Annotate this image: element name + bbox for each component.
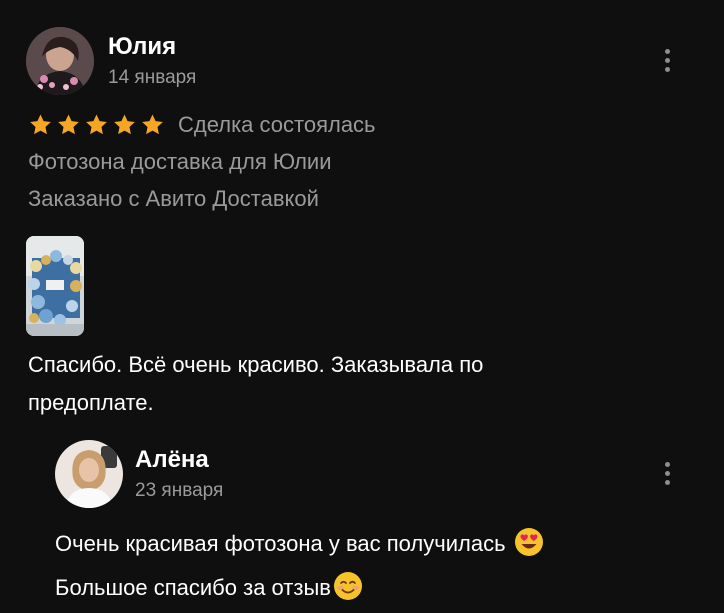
reply-line-2: Большое спасибо за отзыв (55, 575, 331, 600)
rating-stars (28, 113, 165, 137)
star-icon (28, 113, 53, 137)
star-icon (140, 113, 165, 137)
seller-name[interactable]: Алёна (135, 446, 209, 474)
review-date: 14 января (108, 67, 197, 88)
heart-eyes-emoji-icon (514, 527, 544, 569)
reviewer-avatar[interactable] (26, 27, 94, 95)
star-icon (84, 113, 109, 137)
reply-more-menu-icon[interactable] (662, 462, 672, 485)
review-photo-thumbnail[interactable] (26, 236, 84, 336)
review-item-title[interactable]: Фотозона доставка для Юлии (28, 149, 332, 175)
deal-status: Сделка состоялась (178, 112, 376, 137)
review-text: Спасибо. Всё очень красиво. Заказывала п… (28, 352, 484, 415)
star-icon (56, 113, 81, 137)
star-icon (112, 113, 137, 137)
review-more-menu-icon[interactable] (662, 49, 672, 72)
delivery-note: Заказано с Авито Доставкой (28, 186, 319, 211)
reviewer-name[interactable]: Юлия (108, 33, 176, 61)
smiling-emoji-icon (333, 571, 363, 613)
reply-date: 23 января (135, 480, 224, 501)
seller-avatar[interactable] (55, 440, 123, 508)
reply-line-1: Очень красивая фотозона у вас получилась (55, 531, 506, 556)
